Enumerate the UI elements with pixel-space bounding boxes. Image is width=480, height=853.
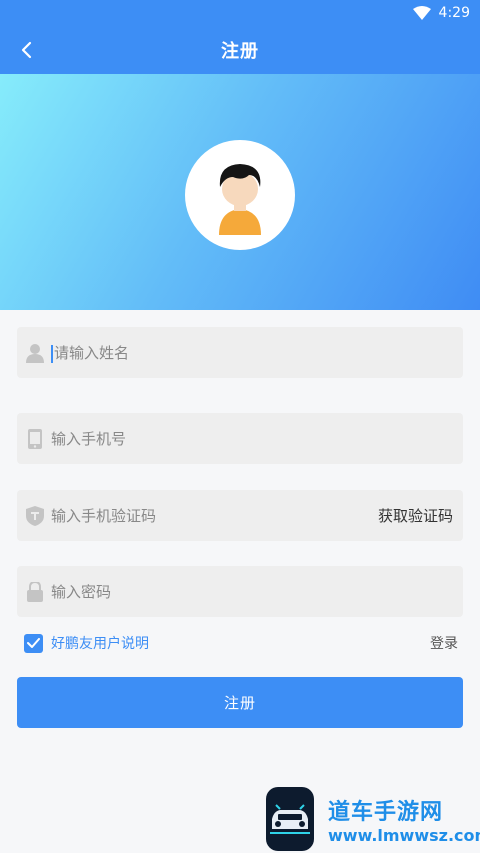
- get-code-button[interactable]: 获取验证码: [378, 505, 453, 526]
- status-bar: 4:29: [0, 0, 480, 26]
- avatar[interactable]: [185, 140, 295, 250]
- agreement-checkbox[interactable]: [24, 633, 43, 653]
- status-time: 4:29: [438, 5, 470, 21]
- watermark-title: 道车手游网: [328, 799, 444, 825]
- password-input[interactable]: 输入密码: [51, 581, 453, 602]
- app-bar: 注册: [0, 26, 480, 74]
- name-input[interactable]: 请输入姓名: [54, 344, 129, 362]
- watermark-url: www.lmwwsz.com: [328, 825, 480, 845]
- hero-banner: [0, 74, 480, 310]
- name-field[interactable]: 请输入姓名: [17, 327, 463, 378]
- watermark-logo-icon: [266, 787, 314, 851]
- phone-input[interactable]: 输入手机号: [51, 428, 453, 449]
- chevron-left-icon: [21, 41, 32, 59]
- password-field[interactable]: 输入密码: [17, 566, 463, 617]
- agreement-link[interactable]: 好鹏友用户说明: [51, 633, 430, 653]
- wifi-icon: [412, 6, 431, 20]
- lock-icon: [25, 581, 45, 603]
- text-cursor: [51, 344, 53, 363]
- checkmark-icon: [27, 638, 40, 648]
- shield-icon: [25, 505, 45, 527]
- phone-field[interactable]: 输入手机号: [17, 413, 463, 464]
- page-title: 注册: [221, 41, 259, 62]
- login-link[interactable]: 登录: [430, 633, 458, 653]
- agreement-row: 好鹏友用户说明 登录: [24, 632, 458, 654]
- phone-icon: [25, 428, 45, 450]
- watermark: 道车手游网 www.lmwwsz.com: [266, 785, 480, 853]
- code-field[interactable]: 输入手机验证码 获取验证码: [17, 490, 463, 541]
- register-button[interactable]: 注册: [17, 677, 463, 728]
- person-icon: [25, 342, 45, 364]
- code-input[interactable]: 输入手机验证码: [51, 505, 378, 526]
- user-avatar-icon: [219, 164, 261, 235]
- back-button[interactable]: [14, 38, 38, 62]
